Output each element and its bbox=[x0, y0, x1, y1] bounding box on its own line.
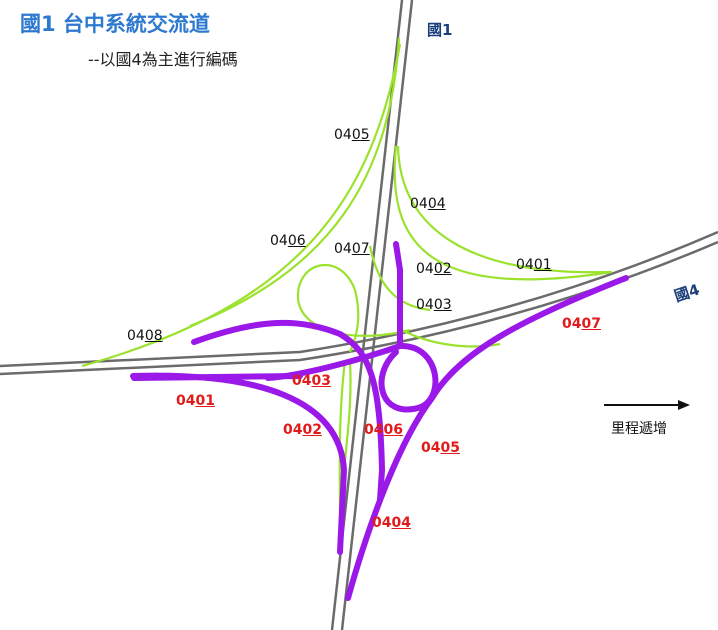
ramp-label-0401: 0401 bbox=[516, 257, 552, 273]
ramp-label-0403-red: 0403 bbox=[292, 373, 331, 389]
ramp-label-0406: 0406 bbox=[270, 233, 306, 249]
existing-ramps bbox=[81, 37, 613, 521]
interchange-diagram bbox=[0, 0, 718, 630]
ramp-label-0402-red: 0402 bbox=[283, 422, 322, 438]
highway-label-national-1: 國1 bbox=[427, 21, 453, 39]
ramp-label-0407: 0407 bbox=[334, 241, 370, 257]
ramp-label-0407-red: 0407 bbox=[562, 316, 601, 332]
ramp-label-0405-red: 0405 bbox=[421, 440, 460, 456]
ramp-0407-purple bbox=[429, 275, 629, 401]
ramp-label-0401-red: 0401 bbox=[176, 393, 215, 409]
ramp-0406-green bbox=[296, 263, 411, 353]
ramp-0405-green bbox=[189, 37, 401, 328]
ramp-label-0403: 0403 bbox=[416, 297, 452, 313]
direction-arrow bbox=[604, 400, 690, 410]
ramp-label-0405: 0405 bbox=[334, 127, 370, 143]
ramp-label-0404: 0404 bbox=[410, 196, 446, 212]
ramp-0402-purple bbox=[130, 372, 348, 555]
diagram-title: 國1 台中系統交流道 bbox=[20, 12, 210, 36]
diagram-subtitle: --以國4為主進行編碼 bbox=[88, 50, 238, 69]
direction-label: 里程遞增 bbox=[611, 421, 667, 437]
ramp-label-0408: 0408 bbox=[127, 328, 163, 344]
ramp-label-0404-red: 0404 bbox=[372, 515, 411, 531]
ramp-label-0406-red: 0406 bbox=[364, 422, 403, 438]
ramp-label-0402: 0402 bbox=[416, 261, 452, 277]
